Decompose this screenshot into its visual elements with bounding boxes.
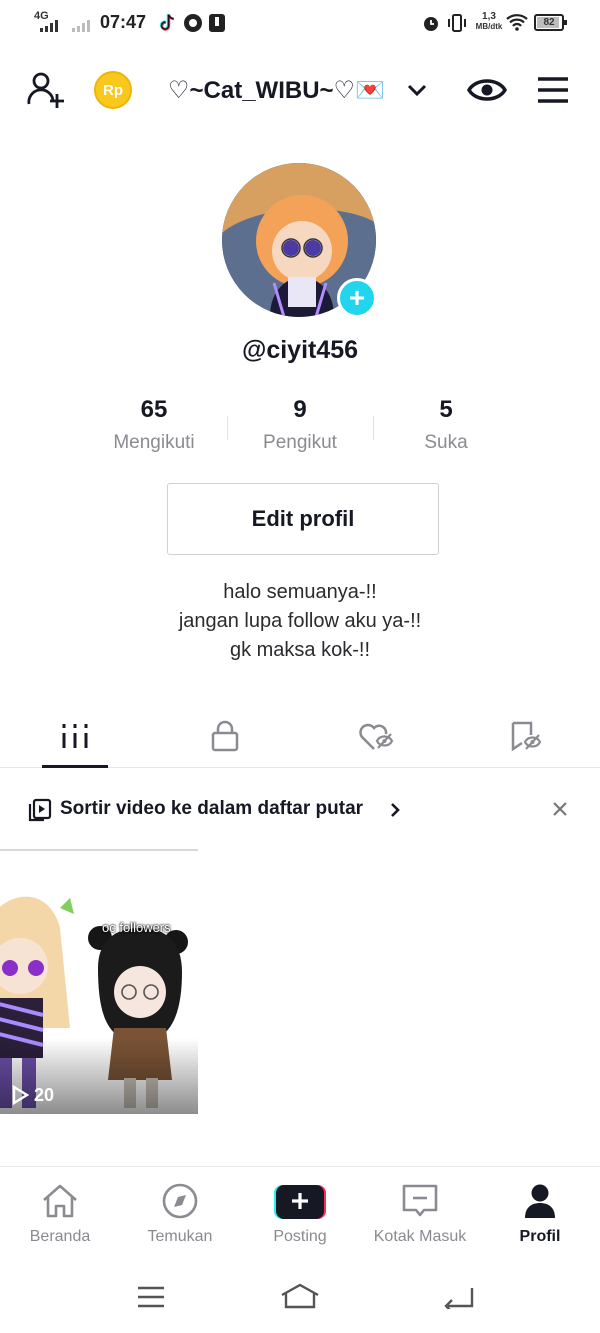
profile-header: Rp ♡~Cat_WIBU~♡💌 (0, 60, 600, 122)
signal-icon (40, 20, 58, 32)
following-count: 65 (140, 396, 168, 423)
likes-label: Suka (424, 432, 468, 453)
profile-tabs (0, 716, 600, 768)
compass-icon (162, 1183, 198, 1219)
nav-profile-label: Profil (519, 1228, 561, 1245)
network-speed: 1,3 MB/dtk (472, 12, 506, 32)
nav-discover-label: Temukan (147, 1228, 213, 1245)
followers-count: 9 (293, 396, 307, 423)
stat-following[interactable]: 65 Mengikuti (84, 396, 224, 454)
download-notification-icon (209, 14, 225, 32)
nav-profile[interactable]: Profil (480, 1183, 600, 1246)
menu-icon[interactable] (536, 76, 570, 104)
playlist-prompt-text: Sortir video ke dalam daftar putar (60, 798, 364, 819)
nav-home[interactable]: Beranda (0, 1183, 120, 1246)
videos-grid-icon[interactable] (61, 722, 89, 750)
video-thumbnail[interactable]: oc followers 20 (0, 888, 198, 1114)
add-friend-icon[interactable] (26, 70, 66, 110)
stat-likes[interactable]: 5 Suka (376, 396, 516, 454)
alarm-icon (424, 17, 438, 31)
nav-discover[interactable]: Temukan (120, 1183, 240, 1246)
stat-followers[interactable]: 9 Pengikut (230, 396, 370, 454)
following-label: Mengikuti (113, 432, 195, 453)
profile-handle: @ciyit456 (241, 336, 359, 364)
system-navigation-bar (0, 1265, 600, 1333)
bottom-nav: Beranda Temukan Posting Kotak Masuk Prof… (0, 1166, 600, 1256)
video-overlay-text: oc followers (102, 920, 171, 935)
bio-line: jangan lupa follow aku ya-!! (178, 610, 422, 632)
playlist-prompt[interactable]: Sortir video ke dalam daftar putar (0, 790, 600, 830)
playlist-icon (28, 798, 52, 822)
clock: 07:47 (100, 12, 147, 32)
grid-divider (0, 849, 198, 851)
profile-view-eye-icon[interactable] (466, 74, 508, 106)
nav-post-label: Posting (273, 1228, 327, 1245)
followers-label: Pengikut (263, 432, 337, 453)
chevron-down-icon[interactable] (406, 82, 428, 98)
play-icon (12, 1084, 30, 1106)
chevron-right-icon (391, 803, 400, 817)
home-icon (43, 1184, 77, 1218)
speed-unit: MB/dtk (475, 22, 503, 31)
nav-inbox-label: Kotak Masuk (373, 1228, 467, 1245)
liked-hidden-icon[interactable] (358, 722, 394, 752)
nav-home-label: Beranda (29, 1228, 91, 1245)
close-icon[interactable] (552, 801, 568, 817)
bookmark-hidden-icon[interactable] (508, 721, 544, 753)
status-bar: 4G 07:47 1,3 MB/dtk 82 (0, 0, 600, 46)
app-notification-icon (184, 14, 202, 32)
home-button-icon[interactable] (280, 1282, 320, 1310)
nav-post[interactable]: Posting (240, 1183, 360, 1246)
video-view-count: 20 (34, 1085, 55, 1105)
bio-line: halo semuanya-!! (223, 581, 377, 603)
wifi-icon (506, 14, 528, 31)
active-tab-indicator (42, 765, 108, 768)
profile-bio: halo semuanya-!! jangan lupa follow aku … (0, 578, 600, 665)
stat-divider (227, 416, 228, 440)
lock-icon[interactable] (211, 720, 239, 752)
coin-icon[interactable]: Rp (94, 71, 132, 109)
profile-icon (525, 1184, 555, 1218)
inbox-icon (402, 1184, 438, 1217)
back-icon[interactable] (442, 1285, 474, 1309)
add-avatar-story-button[interactable]: + (337, 278, 377, 318)
bio-line: gk maksa kok-!! (229, 639, 371, 661)
battery-icon: 82 (534, 14, 567, 31)
speed-value: 1,3 (482, 11, 496, 22)
signal-2-icon (72, 20, 90, 32)
likes-count: 5 (439, 396, 453, 423)
stat-divider (373, 416, 374, 440)
plus-icon (274, 1185, 326, 1219)
recent-apps-icon[interactable] (136, 1285, 166, 1309)
vibrate-icon (448, 14, 466, 32)
tiktok-notification-icon (159, 14, 175, 31)
account-switcher-title[interactable]: ♡~Cat_WIBU~♡💌 (168, 76, 385, 105)
battery-level: 82 (543, 17, 555, 28)
nav-inbox[interactable]: Kotak Masuk (360, 1183, 480, 1246)
edit-profile-button[interactable]: Edit profil (167, 483, 439, 555)
